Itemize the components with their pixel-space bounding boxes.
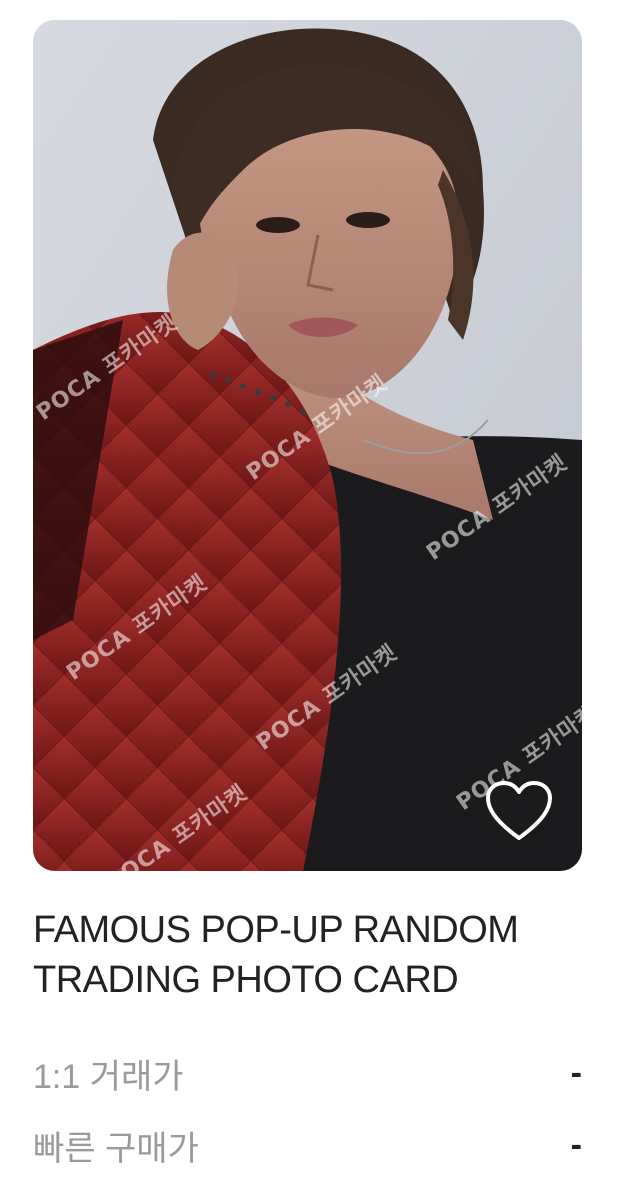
product-title-line2: TRADING PHOTO CARD xyxy=(33,959,459,1001)
product-title-line1: FAMOUS POP-UP RANDOM xyxy=(33,909,519,951)
quick-price-label: 빠른 구매가 xyxy=(33,1129,199,1168)
trade-price-label: 1:1 거래가 xyxy=(33,1057,184,1096)
heart-outline-icon xyxy=(486,781,552,840)
price-row-trade: 1:1 거래가 - xyxy=(33,1048,582,1098)
product-title: FAMOUS POP-UP RANDOM TRADING PHOTO CARD xyxy=(33,905,603,1005)
favorite-button[interactable] xyxy=(480,775,558,847)
photo-card-image xyxy=(33,20,582,871)
product-image[interactable]: POCA 포카마켓 POCA 포카마켓 POCA 포카마켓 POCA 포카마켓 … xyxy=(33,20,582,871)
trade-price-value: - xyxy=(570,1053,582,1092)
price-row-quick: 빠른 구매가 - xyxy=(33,1120,582,1170)
quick-price-value: - xyxy=(570,1125,582,1164)
